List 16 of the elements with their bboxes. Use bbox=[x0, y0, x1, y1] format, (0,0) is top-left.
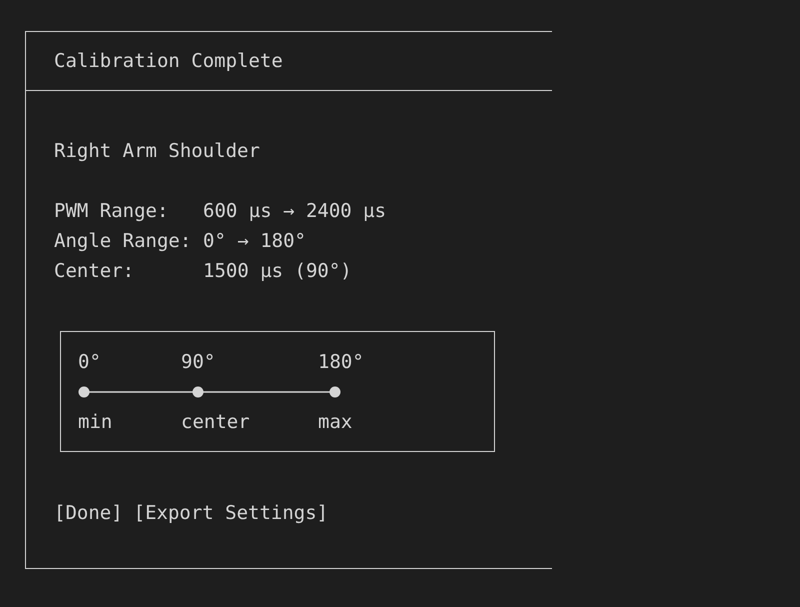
angle-label: 90° bbox=[181, 351, 216, 373]
position-label: min bbox=[78, 411, 112, 433]
spec-label: Center: bbox=[54, 259, 136, 284]
export-settings-button[interactable]: [Export Settings] bbox=[134, 498, 328, 528]
done-button[interactable]: [Done] bbox=[54, 498, 123, 528]
dialog-title: Calibration Complete bbox=[54, 50, 283, 72]
spec-value: 1500 µs (90°) bbox=[203, 259, 352, 284]
spec-value: 0° → 180° bbox=[203, 229, 306, 254]
angle-label: 0° bbox=[78, 351, 101, 373]
spec-label: PWM Range: bbox=[54, 199, 170, 224]
position-label: center bbox=[181, 411, 250, 433]
spec-label: Angle Range: bbox=[54, 229, 192, 254]
joint-name: Right Arm Shoulder bbox=[54, 139, 260, 164]
position-label: max bbox=[318, 411, 352, 433]
spec-value: 600 µs → 2400 µs bbox=[203, 199, 386, 224]
angle-label: 180° bbox=[318, 351, 364, 373]
